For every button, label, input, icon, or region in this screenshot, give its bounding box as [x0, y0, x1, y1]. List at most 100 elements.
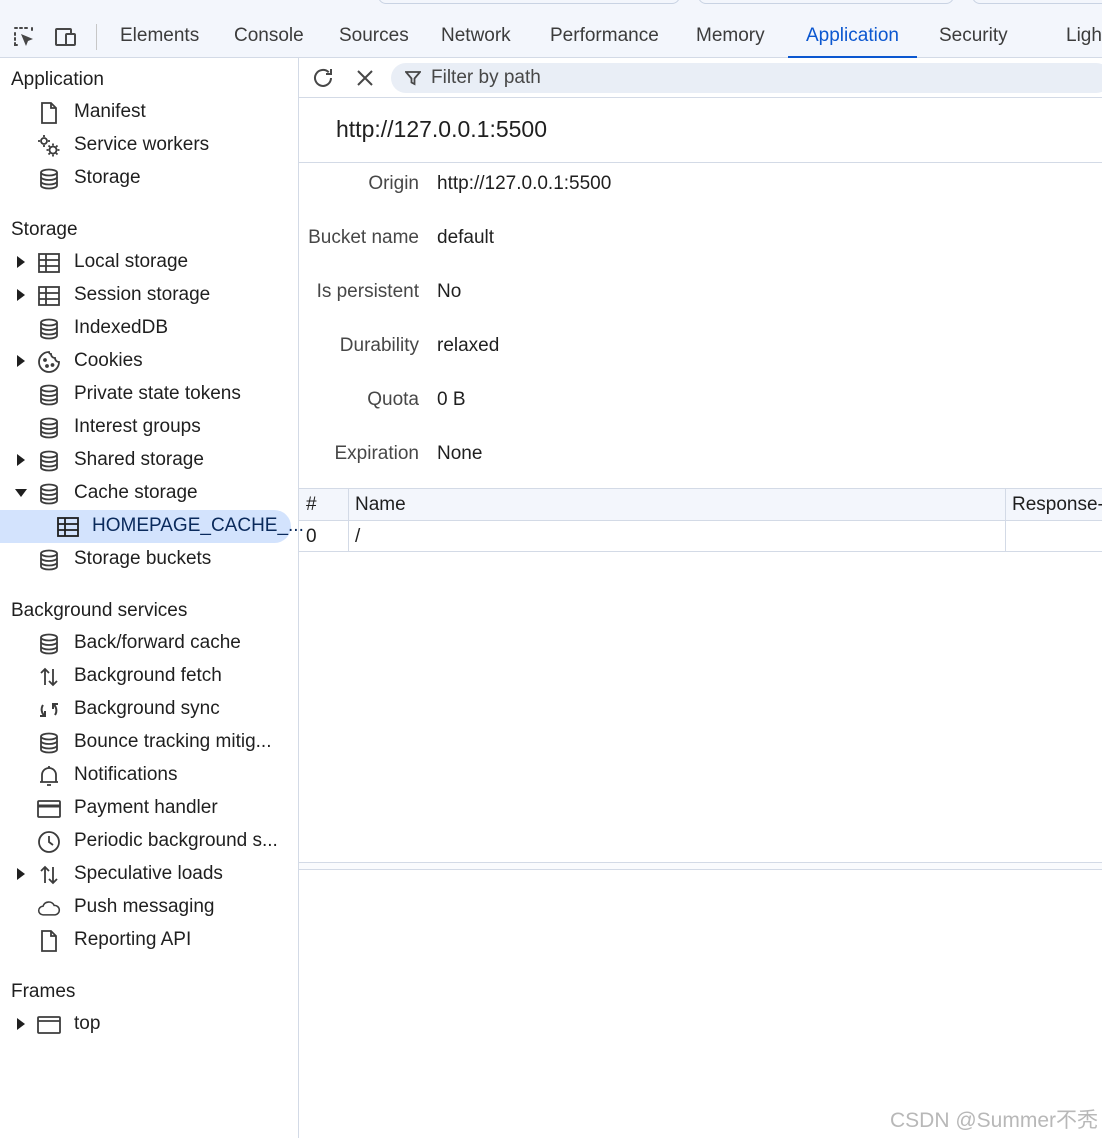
sidebar-item-label: Service workers: [74, 134, 210, 155]
sidebar-item-label: Session storage: [74, 284, 211, 305]
tab-memory[interactable]: Memory: [696, 16, 765, 58]
info-key-bucket-name: Bucket name: [308, 227, 419, 248]
sidebar-item-label: Cookies: [74, 350, 143, 371]
table-icon: [37, 284, 61, 308]
tab-security[interactable]: Security: [939, 16, 1008, 58]
toolbar-divider: [96, 24, 97, 50]
tab-sources[interactable]: Sources: [339, 16, 409, 58]
info-value-bucket-name: default: [437, 227, 495, 248]
preview-split-handle[interactable]: [299, 862, 1102, 870]
database-icon: [37, 482, 61, 506]
cookie-icon: [37, 350, 61, 374]
tab-performance[interactable]: Performance: [550, 16, 659, 58]
sidebar-item-interest-groups[interactable]: Interest groups: [0, 411, 298, 444]
expand-arrow-icon[interactable]: [14, 453, 28, 467]
expand-arrow-icon[interactable]: [14, 255, 28, 269]
section-title-storage: Storage: [11, 219, 78, 240]
sidebar-item-label: Storage: [74, 167, 141, 188]
info-key-is-persistent: Is persistent: [316, 281, 419, 302]
sidebar-item-speculative-loads[interactable]: Speculative loads: [0, 858, 298, 891]
clear-icon[interactable]: [352, 65, 378, 91]
sidebar-item-label: Interest groups: [74, 416, 201, 437]
sync-icon: [37, 698, 61, 722]
sidebar-item-background-sync[interactable]: Background sync: [0, 693, 298, 726]
tab-console[interactable]: Console: [234, 16, 304, 58]
sidebar-item-label: Payment handler: [74, 797, 218, 818]
application-sidebar: Application Manifest Service workers Sto…: [0, 58, 304, 1138]
sidebar-item-homepage-cache[interactable]: HOMEPAGE_CACHE_...: [0, 510, 304, 543]
credit-card-icon: [37, 797, 61, 821]
database-icon: [37, 317, 61, 341]
sidebar-item-cookies[interactable]: Cookies: [0, 345, 298, 378]
tab-lighthouse[interactable]: Ligh: [1066, 16, 1102, 58]
sidebar-item-label: Periodic background s...: [74, 830, 278, 851]
sidebar-item-bounce-tracking[interactable]: Bounce tracking mitig...: [0, 726, 298, 759]
arrows-up-down-icon: [37, 863, 61, 887]
sidebar-item-label: Local storage: [74, 251, 189, 272]
sidebar-item-label: HOMEPAGE_CACHE_...: [92, 515, 304, 536]
sidebar-item-shared-storage[interactable]: Shared storage: [0, 444, 298, 477]
collapse-arrow-icon[interactable]: [14, 486, 28, 500]
sidebar-item-reporting-api[interactable]: Reporting API: [0, 924, 298, 957]
sidebar-item-periodic-background-sync[interactable]: Periodic background s...: [0, 825, 298, 858]
sidebar-item-label: Background sync: [74, 698, 220, 719]
sidebar-item-label: Storage buckets: [74, 548, 212, 569]
sidebar-item-label: Back/forward cache: [74, 632, 241, 653]
table-icon: [37, 251, 61, 275]
cache-toolbar: [299, 58, 1102, 98]
column-header-index[interactable]: #: [299, 489, 348, 520]
database-icon: [37, 416, 61, 440]
sidebar-item-back-forward-cache[interactable]: Back/forward cache: [0, 627, 298, 660]
filter-by-path-input[interactable]: [431, 63, 1031, 93]
tab-network[interactable]: Network: [441, 16, 511, 58]
expand-arrow-icon[interactable]: [14, 354, 28, 368]
database-icon: [37, 632, 61, 656]
sidebar-item-session-storage[interactable]: Session storage: [0, 279, 298, 312]
info-value-quota: 0 B: [437, 389, 466, 410]
sidebar-item-payment-handler[interactable]: Payment handler: [0, 792, 298, 825]
sidebar-item-private-state-tokens[interactable]: Private state tokens: [0, 378, 298, 411]
column-divider[interactable]: [348, 488, 349, 552]
filter-box: [391, 63, 1102, 93]
sidebar-item-frame-top[interactable]: top: [0, 1008, 298, 1041]
database-icon: [37, 548, 61, 572]
column-header-response-type[interactable]: Response-: [1005, 489, 1102, 520]
sidebar-item-manifest[interactable]: Manifest: [0, 96, 298, 129]
sidebar-item-push-messaging[interactable]: Push messaging: [0, 891, 298, 924]
sidebar-item-local-storage[interactable]: Local storage: [0, 246, 298, 279]
browser-tab-edge: [972, 0, 1102, 4]
section-title-background-services: Background services: [11, 600, 188, 621]
sidebar-item-storage-buckets[interactable]: Storage buckets: [0, 543, 298, 576]
expand-arrow-icon[interactable]: [14, 867, 28, 881]
divider: [299, 162, 1102, 163]
sidebar-item-label: Private state tokens: [74, 383, 241, 404]
tab-application[interactable]: Application: [788, 16, 917, 58]
cell-response-type: [1005, 521, 1102, 551]
sidebar-item-background-fetch[interactable]: Background fetch: [0, 660, 298, 693]
arrows-up-down-icon: [37, 665, 61, 689]
sidebar-item-cache-storage[interactable]: Cache storage: [0, 477, 298, 510]
info-value-origin: http://127.0.0.1:5500: [437, 173, 612, 194]
inspect-element-icon[interactable]: [11, 24, 37, 50]
column-header-name[interactable]: Name: [348, 489, 1005, 520]
sidebar-item-storage[interactable]: Storage: [0, 162, 298, 195]
column-divider[interactable]: [1005, 488, 1006, 552]
bell-icon: [37, 764, 61, 788]
sidebar-item-label: Notifications: [74, 764, 178, 785]
origin-title: http://127.0.0.1:5500: [336, 116, 548, 142]
section-title-frames: Frames: [11, 981, 76, 1002]
file-icon: [37, 929, 61, 953]
sidebar-item-service-workers[interactable]: Service workers: [0, 129, 298, 162]
expand-arrow-icon[interactable]: [14, 1017, 28, 1031]
sidebar-item-label: Push messaging: [74, 896, 215, 917]
table-row[interactable]: 0 /: [299, 521, 1102, 552]
sidebar-item-indexeddb[interactable]: IndexedDB: [0, 312, 298, 345]
expand-arrow-icon[interactable]: [14, 288, 28, 302]
sidebar-item-notifications[interactable]: Notifications: [0, 759, 298, 792]
device-toolbar-icon[interactable]: [53, 24, 79, 50]
info-value-is-persistent: No: [437, 281, 462, 302]
database-icon: [37, 731, 61, 755]
refresh-icon[interactable]: [310, 65, 336, 91]
database-icon: [37, 449, 61, 473]
tab-elements[interactable]: Elements: [120, 16, 199, 58]
